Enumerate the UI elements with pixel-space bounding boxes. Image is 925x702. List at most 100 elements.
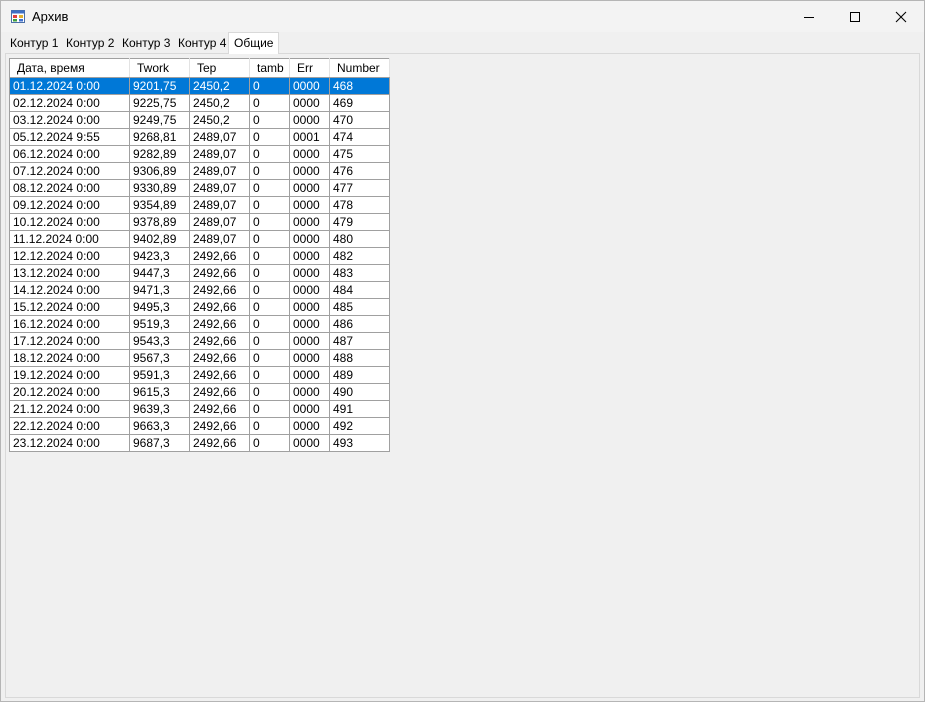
table-row[interactable]: 18.12.2024 0:00 9567,3 2492,66 0 0000 488 [9, 349, 390, 367]
cell-tamb[interactable]: 0 [249, 111, 290, 129]
cell-tep[interactable]: 2492,66 [189, 264, 250, 282]
cell-datetime[interactable]: 16.12.2024 0:00 [9, 315, 130, 333]
cell-tamb[interactable]: 0 [249, 434, 290, 452]
column-header-err[interactable]: Err [289, 58, 330, 78]
table-row[interactable]: 16.12.2024 0:00 9519,3 2492,66 0 0000 486 [9, 315, 390, 333]
table-row[interactable]: 03.12.2024 0:00 9249,75 2450,2 0 0000 470 [9, 111, 390, 129]
cell-twork[interactable]: 9282,89 [129, 145, 190, 163]
cell-datetime[interactable]: 06.12.2024 0:00 [9, 145, 130, 163]
table-row[interactable]: 22.12.2024 0:00 9663,3 2492,66 0 0000 492 [9, 417, 390, 435]
cell-tamb[interactable]: 0 [249, 298, 290, 316]
cell-datetime[interactable]: 14.12.2024 0:00 [9, 281, 130, 299]
cell-datetime[interactable]: 18.12.2024 0:00 [9, 349, 130, 367]
table-row[interactable]: 20.12.2024 0:00 9615,3 2492,66 0 0000 490 [9, 383, 390, 401]
cell-tamb[interactable]: 0 [249, 366, 290, 384]
cell-datetime[interactable]: 07.12.2024 0:00 [9, 162, 130, 180]
archive-data-grid[interactable]: Дата, время Twork Tep tamb Err Number 01… [9, 58, 390, 452]
cell-err[interactable]: 0000 [289, 434, 330, 452]
cell-tep[interactable]: 2492,66 [189, 417, 250, 435]
cell-number[interactable]: 484 [329, 281, 390, 299]
cell-err[interactable]: 0000 [289, 196, 330, 214]
cell-twork[interactable]: 9268,81 [129, 128, 190, 146]
cell-datetime[interactable]: 21.12.2024 0:00 [9, 400, 130, 418]
table-row[interactable]: 07.12.2024 0:00 9306,89 2489,07 0 0000 476 [9, 162, 390, 180]
cell-number[interactable]: 485 [329, 298, 390, 316]
cell-tep[interactable]: 2489,07 [189, 145, 250, 163]
cell-tep[interactable]: 2489,07 [189, 128, 250, 146]
cell-err[interactable]: 0000 [289, 400, 330, 418]
table-row[interactable]: 02.12.2024 0:00 9225,75 2450,2 0 0000 469 [9, 94, 390, 112]
cell-tep[interactable]: 2492,66 [189, 315, 250, 333]
tab-contour-1[interactable]: Контур 1 [5, 34, 63, 52]
cell-tamb[interactable]: 0 [249, 281, 290, 299]
cell-number[interactable]: 478 [329, 196, 390, 214]
table-row[interactable]: 10.12.2024 0:00 9378,89 2489,07 0 0000 479 [9, 213, 390, 231]
cell-err[interactable]: 0000 [289, 332, 330, 350]
cell-twork[interactable]: 9423,3 [129, 247, 190, 265]
cell-datetime[interactable]: 08.12.2024 0:00 [9, 179, 130, 197]
cell-number[interactable]: 476 [329, 162, 390, 180]
cell-tep[interactable]: 2492,66 [189, 400, 250, 418]
column-header-datetime[interactable]: Дата, время [9, 58, 130, 78]
cell-tep[interactable]: 2492,66 [189, 349, 250, 367]
cell-tep[interactable]: 2492,66 [189, 247, 250, 265]
cell-tep[interactable]: 2492,66 [189, 281, 250, 299]
table-row[interactable]: 05.12.2024 9:55 9268,81 2489,07 0 0001 474 [9, 128, 390, 146]
cell-number[interactable]: 470 [329, 111, 390, 129]
cell-number[interactable]: 492 [329, 417, 390, 435]
cell-tep[interactable]: 2489,07 [189, 162, 250, 180]
cell-twork[interactable]: 9225,75 [129, 94, 190, 112]
cell-tamb[interactable]: 0 [249, 145, 290, 163]
maximize-button[interactable] [832, 1, 878, 32]
column-header-number[interactable]: Number [329, 58, 390, 78]
cell-number[interactable]: 486 [329, 315, 390, 333]
cell-datetime[interactable]: 11.12.2024 0:00 [9, 230, 130, 248]
table-row[interactable]: 11.12.2024 0:00 9402,89 2489,07 0 0000 480 [9, 230, 390, 248]
column-header-tep[interactable]: Tep [189, 58, 250, 78]
cell-tep[interactable]: 2489,07 [189, 196, 250, 214]
cell-tamb[interactable]: 0 [249, 315, 290, 333]
cell-number[interactable]: 475 [329, 145, 390, 163]
cell-twork[interactable]: 9543,3 [129, 332, 190, 350]
minimize-button[interactable] [786, 1, 832, 32]
cell-tep[interactable]: 2450,2 [189, 94, 250, 112]
table-row[interactable]: 06.12.2024 0:00 9282,89 2489,07 0 0000 475 [9, 145, 390, 163]
cell-twork[interactable]: 9639,3 [129, 400, 190, 418]
cell-twork[interactable]: 9402,89 [129, 230, 190, 248]
cell-tamb[interactable]: 0 [249, 196, 290, 214]
cell-datetime[interactable]: 10.12.2024 0:00 [9, 213, 130, 231]
cell-number[interactable]: 479 [329, 213, 390, 231]
table-row[interactable]: 01.12.2024 0:00 9201,75 2450,2 0 0000 468 [9, 77, 390, 95]
cell-err[interactable]: 0000 [289, 94, 330, 112]
cell-tep[interactable]: 2489,07 [189, 179, 250, 197]
cell-err[interactable]: 0000 [289, 349, 330, 367]
table-row[interactable]: 15.12.2024 0:00 9495,3 2492,66 0 0000 485 [9, 298, 390, 316]
cell-number[interactable]: 474 [329, 128, 390, 146]
cell-number[interactable]: 491 [329, 400, 390, 418]
cell-err[interactable]: 0000 [289, 77, 330, 95]
cell-tamb[interactable]: 0 [249, 213, 290, 231]
cell-twork[interactable]: 9330,89 [129, 179, 190, 197]
cell-number[interactable]: 483 [329, 264, 390, 282]
cell-tamb[interactable]: 0 [249, 94, 290, 112]
cell-number[interactable]: 487 [329, 332, 390, 350]
cell-twork[interactable]: 9306,89 [129, 162, 190, 180]
cell-tep[interactable]: 2450,2 [189, 77, 250, 95]
cell-twork[interactable]: 9354,89 [129, 196, 190, 214]
cell-tamb[interactable]: 0 [249, 332, 290, 350]
cell-twork[interactable]: 9495,3 [129, 298, 190, 316]
table-row[interactable]: 19.12.2024 0:00 9591,3 2492,66 0 0000 489 [9, 366, 390, 384]
cell-tep[interactable]: 2492,66 [189, 434, 250, 452]
table-row[interactable]: 12.12.2024 0:00 9423,3 2492,66 0 0000 482 [9, 247, 390, 265]
cell-number[interactable]: 493 [329, 434, 390, 452]
cell-err[interactable]: 0000 [289, 230, 330, 248]
cell-tamb[interactable]: 0 [249, 162, 290, 180]
cell-tamb[interactable]: 0 [249, 349, 290, 367]
cell-err[interactable]: 0000 [289, 264, 330, 282]
cell-tep[interactable]: 2492,66 [189, 366, 250, 384]
cell-tamb[interactable]: 0 [249, 128, 290, 146]
cell-twork[interactable]: 9249,75 [129, 111, 190, 129]
cell-err[interactable]: 0000 [289, 315, 330, 333]
table-row[interactable]: 17.12.2024 0:00 9543,3 2492,66 0 0000 487 [9, 332, 390, 350]
column-header-tamb[interactable]: tamb [249, 58, 290, 78]
